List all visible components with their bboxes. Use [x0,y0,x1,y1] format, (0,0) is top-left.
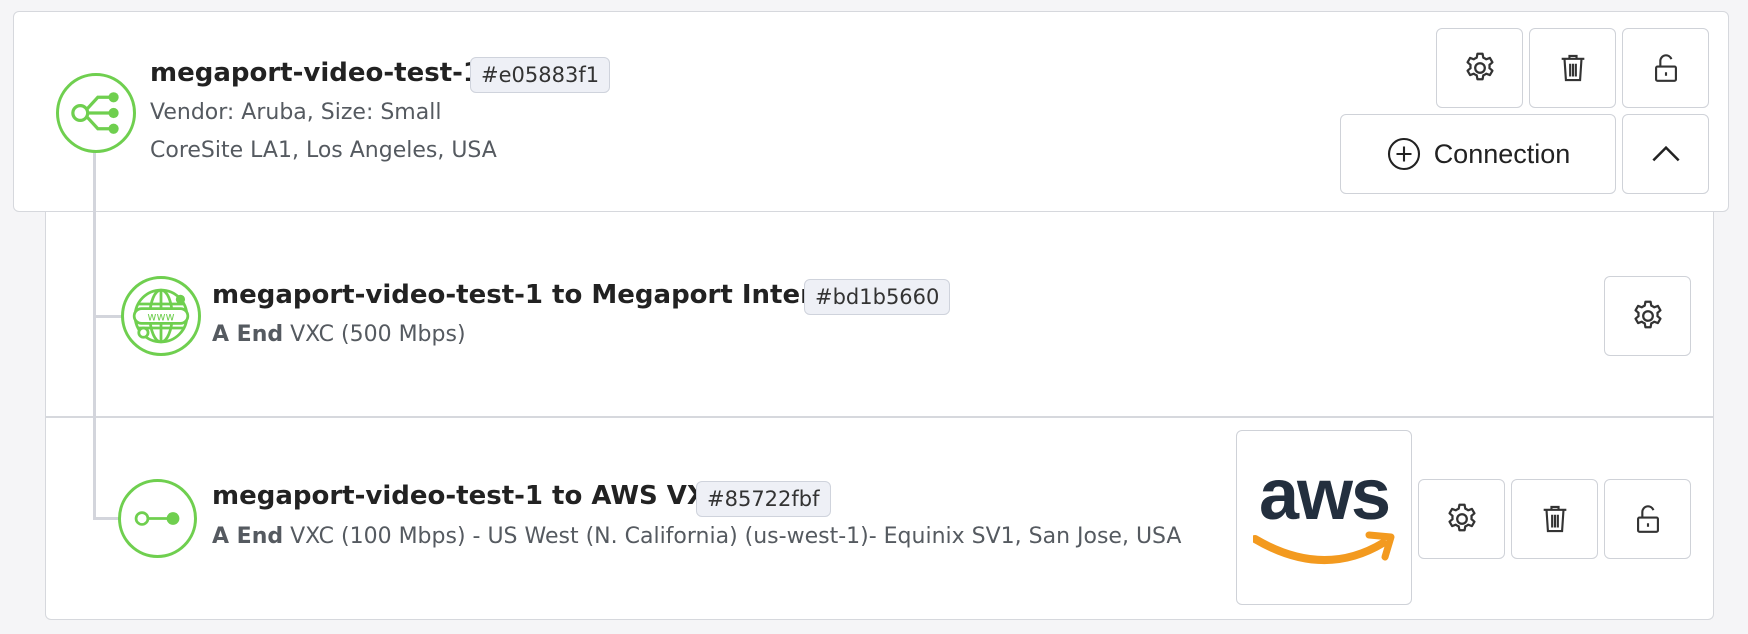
connection-settings-button[interactable] [1604,276,1691,356]
connection-description: A End VXC (100 Mbps) - US West (N. Calif… [212,524,1181,549]
trash-icon [1561,54,1584,82]
connection-details: VXC (500 Mbps) [290,322,466,347]
connection-uid-badge: #85722fbf [696,481,831,517]
gear-icon [1633,300,1662,329]
service-location: CoreSite LA1, Los Angeles, USA [150,138,497,163]
connection-description: A End VXC (500 Mbps) [212,322,466,347]
connection-settings-button[interactable] [1418,479,1505,559]
tree-connector-branch-2 [93,517,119,520]
tree-connector-branch-1 [93,315,123,318]
add-connection-button[interactable]: Connection [1340,114,1616,194]
collapse-button[interactable] [1622,114,1709,194]
service-details: Vendor: Aruba, Size: Small [150,100,442,125]
tree-connector-vertical [93,150,96,520]
internet-globe-icon: www [121,276,201,356]
connection-name: megaport-video-test-1 to Megaport Intern… [212,280,862,310]
gear-icon [1465,52,1494,81]
service-lock-button[interactable] [1622,28,1709,108]
aws-smile-arrow [1253,531,1395,564]
service-uid-badge: #e05883f1 [470,57,611,93]
chevron-up-icon [1651,145,1680,162]
aws-logo-text: aws [1258,455,1391,535]
vxc-connection-icon [118,479,197,558]
aws-logo: aws [1236,430,1412,605]
connection-delete-button[interactable] [1511,479,1598,559]
connection-uid-badge: #bd1b5660 [804,279,951,315]
plus-circle-icon [1387,137,1420,171]
connection-end-label: A End [212,322,284,347]
connection-details: VXC (100 Mbps) - US West (N. California)… [290,524,1182,549]
connection-name: megaport-video-test-1 to AWS VXC [212,481,726,511]
unlock-icon [1636,505,1659,533]
add-connection-label: Connection [1433,138,1571,169]
svg-text:www: www [147,311,174,324]
mve-branch-icon [56,73,136,153]
trash-icon [1543,505,1566,533]
connection-lock-button[interactable] [1604,479,1691,559]
gear-icon [1447,503,1476,532]
service-name: megaport-video-test-1 [150,58,482,88]
unlock-icon [1654,54,1677,82]
connection-divider [46,416,1713,418]
service-settings-button[interactable] [1436,28,1523,108]
connection-end-label: A End [212,524,284,549]
service-delete-button[interactable] [1529,28,1616,108]
